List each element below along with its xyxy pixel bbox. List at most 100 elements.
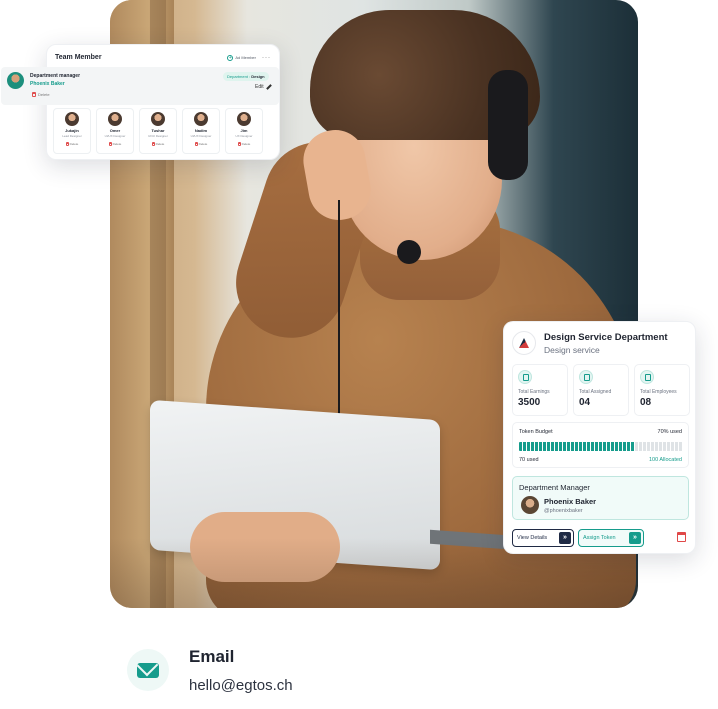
- stat-total-employees: Total Employees 08: [634, 364, 690, 416]
- delete-label: Delete: [198, 142, 208, 146]
- budget-allocated: 100 Allocated: [648, 457, 682, 463]
- member-card[interactable]: Tushar UI/UI Designer Delete: [139, 108, 177, 154]
- view-details-label: View Details: [517, 535, 548, 541]
- trash-icon: [65, 142, 69, 146]
- manager-name: Phoenix Baker: [544, 497, 597, 506]
- member-name: Nadim: [194, 128, 208, 133]
- member-delete-button[interactable]: Delete: [140, 142, 176, 146]
- delete-label: Delete: [112, 142, 122, 146]
- stat-value: 3500: [518, 397, 541, 408]
- member-card[interactable]: Jim UX Designer Delete: [225, 108, 263, 154]
- delete-label: Delete: [69, 142, 79, 146]
- member-role: UI/UI Designer: [148, 134, 168, 138]
- budget-progress-fill: [519, 442, 634, 451]
- plus-icon: +: [227, 54, 234, 61]
- member-name: Jukajin: [65, 128, 79, 133]
- member-card[interactable]: Jukajin Lead Designer Delete: [53, 108, 91, 154]
- team-card-actions: + Ad Member ···: [227, 54, 271, 61]
- department-tag-prefix: Department :: [227, 74, 252, 79]
- avatar: [194, 112, 208, 126]
- delete-label: Delete: [38, 92, 50, 97]
- trash-icon: [151, 142, 155, 146]
- stats-row: Total Earnings 3500 Total Assigned 04 To…: [512, 364, 690, 416]
- trash-icon[interactable]: [677, 532, 686, 542]
- member-role: Lead Designer: [62, 134, 82, 138]
- manager-heading: Department Manager: [519, 483, 590, 492]
- member-card[interactable]: Nadim UI/UX Designer Delete: [182, 108, 220, 154]
- member-role: UI/UX Designer: [190, 134, 212, 138]
- department-tag: Department : Design: [223, 72, 269, 81]
- delete-label: Delete: [155, 142, 165, 146]
- member-role: UI/UX Designer: [104, 134, 126, 138]
- member-delete-button[interactable]: Delete: [54, 142, 90, 146]
- budget-used: 70 used: [519, 457, 539, 463]
- member-list: Jukajin Lead Designer Delete Omer UI/UX …: [53, 108, 263, 154]
- stat-total-earnings: Total Earnings 3500: [512, 364, 568, 416]
- stack-icon: [579, 370, 593, 384]
- edit-button[interactable]: Edit: [255, 84, 272, 90]
- token-budget: Token Budget 70% used 70 used 100 Alloca…: [512, 422, 689, 468]
- trash-icon: [194, 142, 198, 146]
- email-icon-circle: [127, 649, 169, 691]
- headset-cable: [338, 200, 340, 420]
- avatar: [237, 112, 251, 126]
- add-member-button[interactable]: + Ad Member: [227, 54, 256, 61]
- department-title: Design Service Department: [544, 332, 668, 343]
- manager-delete-button[interactable]: Delete: [32, 92, 50, 97]
- trash-icon: [237, 142, 241, 146]
- double-chevron-right-icon: »: [629, 532, 641, 544]
- budget-progress-bar: [519, 442, 683, 451]
- more-options-icon[interactable]: ···: [262, 55, 271, 61]
- manager-name: Phoenix Baker: [30, 81, 65, 87]
- manager-role: Department manager: [30, 73, 81, 79]
- budget-label: Token Budget: [519, 429, 553, 435]
- page: Team Member + Ad Member ··· Department m…: [0, 0, 718, 709]
- budget-percent: 70% used: [657, 429, 682, 435]
- view-details-button[interactable]: View Details »: [512, 529, 574, 547]
- department-subtitle: Design service: [544, 345, 600, 355]
- manager-handle: @phoenixbaker: [544, 508, 583, 514]
- assign-token-label: Assign Token: [583, 535, 616, 541]
- trash-icon: [32, 92, 36, 97]
- assign-token-button[interactable]: Assign Token »: [578, 529, 644, 547]
- delete-label: Delete: [241, 142, 251, 146]
- stat-total-assigned: Total Assigned 04: [573, 364, 629, 416]
- coin-icon: [518, 370, 532, 384]
- department-manager-box: Department Manager Phoenix Baker @phoeni…: [512, 476, 689, 520]
- department-logo-icon: [512, 331, 536, 355]
- email-link[interactable]: hello@egtos.ch: [189, 677, 293, 694]
- edit-label: Edit: [255, 84, 264, 90]
- team-member-card: Team Member + Ad Member ··· Department m…: [1, 44, 280, 160]
- member-delete-button[interactable]: Delete: [226, 142, 262, 146]
- member-name: Jim: [240, 128, 248, 133]
- member-role: UX Designer: [235, 134, 253, 138]
- avatar: [7, 72, 24, 89]
- department-manager-row: Department manager Phoenix Baker Delete …: [1, 67, 279, 105]
- stat-value: 08: [640, 397, 652, 408]
- trash-icon: [108, 142, 112, 146]
- stat-label: Total Earnings: [518, 389, 550, 395]
- headset-icon: [488, 70, 528, 180]
- stat-label: Total Assigned: [579, 389, 612, 395]
- pencil-icon: [265, 84, 272, 90]
- member-delete-button[interactable]: Delete: [97, 142, 133, 146]
- member-name: Tushar: [151, 128, 165, 133]
- member-delete-button[interactable]: Delete: [183, 142, 219, 146]
- double-chevron-right-icon: »: [559, 532, 571, 544]
- microphone-icon: [397, 240, 421, 264]
- member-name: Omer: [109, 128, 121, 133]
- email-label: Email: [189, 647, 235, 666]
- department-card: Design Service Department Design service…: [503, 321, 696, 554]
- envelope-icon: [137, 662, 159, 678]
- stat-value: 04: [579, 397, 591, 408]
- member-card[interactable]: Omer UI/UX Designer Delete: [96, 108, 134, 154]
- avatar: [65, 112, 79, 126]
- avatar: [151, 112, 165, 126]
- department-tag-value: Design: [251, 74, 265, 79]
- avatar: [108, 112, 122, 126]
- avatar: [521, 496, 539, 514]
- team-card-title: Team Member: [55, 54, 102, 61]
- add-member-label: Ad Member: [235, 55, 256, 60]
- stat-label: Total Employees: [640, 389, 677, 395]
- people-icon: [640, 370, 654, 384]
